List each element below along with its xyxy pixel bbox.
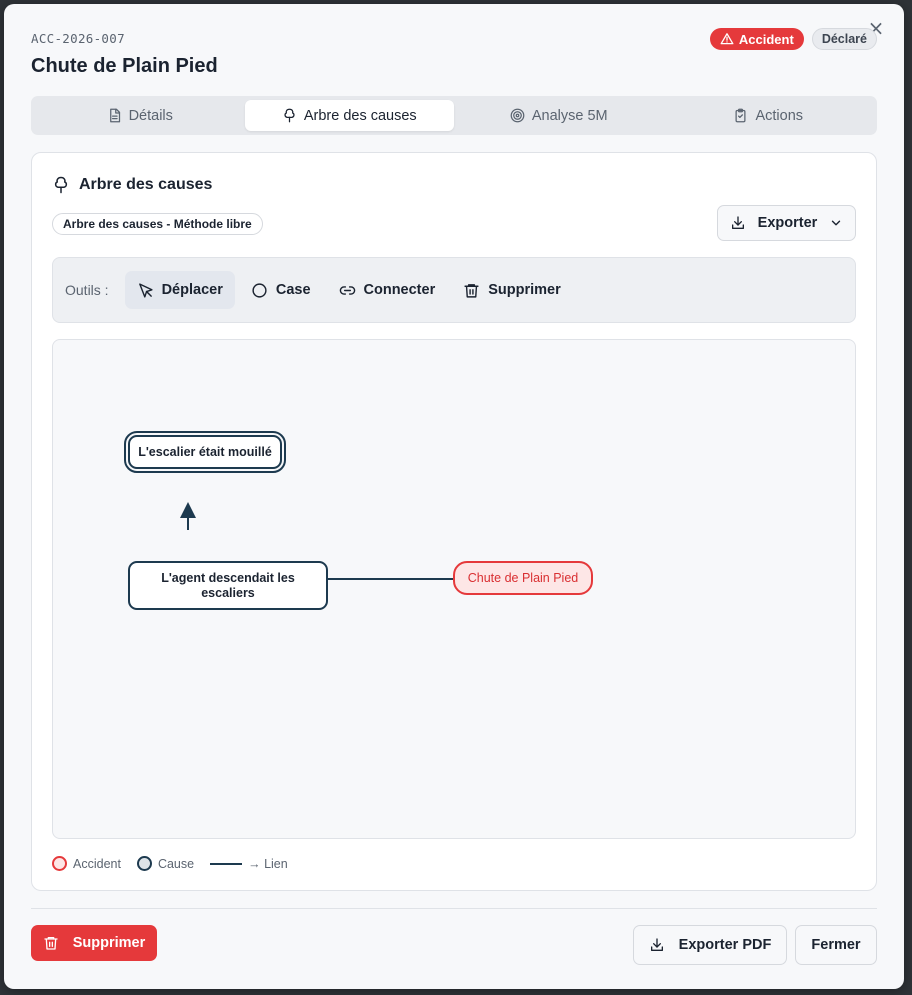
tab-analysis-5m-label: Analyse 5M [531,107,608,124]
tab-bar: Détails Arbre des causes Analyse 5M Acti… [31,96,877,135]
accident-type-label: Accident [738,31,794,47]
tree-icon [284,108,295,123]
legend-cause-label: Cause [157,856,195,871]
legend-accident: Accident [52,856,121,871]
cause-dot-icon [136,856,152,871]
legend-cause: Cause [136,856,195,871]
tree-icon [54,176,68,194]
cause-node-wet-stairs[interactable]: L'escalier était mouillé [124,431,286,473]
tool-connect-label: Connecter [363,282,436,298]
legend-accident-label: Accident [73,856,121,871]
diagram-canvas[interactable]: L'escalier était mouillé L'agent descend… [52,339,856,839]
cause-node-agent-stairs[interactable]: L'agent descendait les escaliers [128,561,328,610]
accident-node[interactable]: Chute de Plain Pied [453,561,593,595]
tab-details-label: Détails [128,107,173,124]
cause-tree-panel: Arbre des causes Arbre des causes - Méth… [31,152,877,891]
export-label: Exporter [757,215,818,231]
incident-reference: ACC-2026-007 [31,31,125,46]
diagram-toolbar: Outils : Déplacer Case Connecter Supprim… [52,257,856,323]
target-icon [510,108,525,123]
incident-modal: × ACC-2026-007 Chute de Plain Pied Accid… [4,4,904,989]
chevron-down-icon [832,220,841,226]
legend-link: → Lien [210,857,288,871]
link-icon [339,285,355,295]
toolbar-label: Outils : [65,282,109,298]
tool-move-label: Déplacer [161,282,223,298]
status-badge: Déclaré [811,28,877,50]
accident-dot-icon [52,856,67,871]
circle-icon [252,282,267,298]
document-icon [109,108,120,123]
link-line-icon [210,862,243,865]
incident-title: Chute de Plain Pied [31,55,218,77]
close-button[interactable]: Fermer [795,925,877,965]
delete-incident-button[interactable]: Supprimer [31,925,157,961]
footer-divider [31,908,877,909]
method-badge: Arbre des causes - Méthode libre [52,213,263,235]
tool-connect[interactable]: Connecter [327,271,448,309]
diagram-legend: Accident Cause → Lien [52,856,288,871]
export-pdf-button[interactable]: Exporter PDF [633,925,787,965]
delete-label: Supprimer [72,935,146,951]
tool-move[interactable]: Déplacer [124,271,235,309]
export-dropdown-button[interactable]: Exporter [717,205,856,241]
tool-box[interactable]: Case [239,271,323,309]
warning-triangle-icon [720,33,734,45]
panel-header: Arbre des causes [52,176,212,194]
tab-actions-label: Actions [755,107,804,124]
tab-analysis-5m[interactable]: Analyse 5M [454,100,664,131]
tool-box-label: Case [275,282,311,298]
trash-icon [44,937,58,950]
panel-title: Arbre des causes [79,176,213,193]
download-icon [650,938,663,951]
cursor-arrow-icon [138,282,153,298]
tab-cause-tree[interactable]: Arbre des causes [244,100,454,131]
download-icon [731,216,744,229]
legend-link-label: → Lien [248,856,288,871]
trash-icon [464,283,479,298]
tool-delete-label: Supprimer [488,282,561,298]
tool-delete[interactable]: Supprimer [451,271,573,309]
tab-details[interactable]: Détails [35,100,245,131]
tab-actions[interactable]: Actions [664,100,874,131]
accident-type-badge: Accident [709,28,804,50]
badge-group: Accident Déclaré [709,28,877,50]
export-pdf-label: Exporter PDF [678,937,772,953]
tab-cause-tree-label: Arbre des causes [303,107,417,124]
clipboard-check-icon [735,108,746,123]
